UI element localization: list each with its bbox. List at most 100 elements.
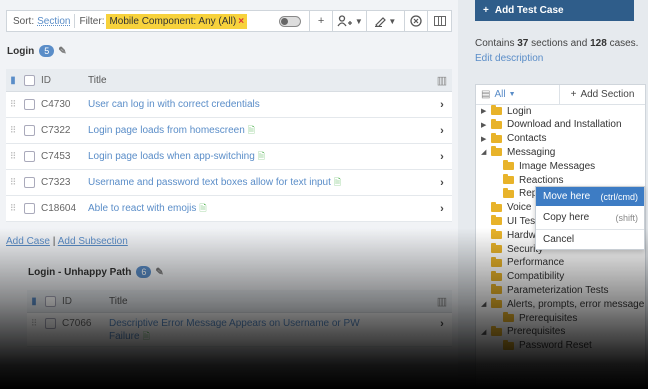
- tree-node[interactable]: Reactions: [493, 173, 563, 187]
- menu-item-cancel[interactable]: Cancel: [536, 229, 644, 248]
- tree-node[interactable]: Rep: [493, 187, 537, 201]
- drag-handle-icon[interactable]: ⠿: [6, 203, 20, 214]
- tree-node[interactable]: ▶ Download and Installation: [481, 118, 622, 132]
- filter-label: Filter:: [79, 15, 105, 27]
- drag-handle-icon[interactable]: ⠿: [6, 177, 20, 188]
- add-case-link[interactable]: Add Case: [6, 236, 50, 247]
- tree-node[interactable]: Image Messages: [493, 159, 595, 173]
- tree-node[interactable]: Parameterization Tests: [481, 283, 609, 297]
- tree-node[interactable]: Voice N: [481, 201, 541, 215]
- drag-handle-icon[interactable]: ⠿: [27, 318, 41, 329]
- table-row[interactable]: ⠿ C7323 Username and password text boxes…: [6, 170, 452, 196]
- column-header-id[interactable]: ID: [62, 296, 109, 307]
- case-title-link[interactable]: Login page loads from homescreen 🗎: [88, 123, 432, 139]
- row-checkbox[interactable]: [24, 151, 35, 162]
- tree-node[interactable]: Performance: [481, 256, 564, 270]
- test-case-table: ▮ ID Title ▥ ⠿ C7066 Descriptive Error M…: [27, 290, 452, 347]
- sort-value-link[interactable]: Section: [34, 16, 70, 27]
- edit-dropdown[interactable]: ▼: [366, 11, 404, 31]
- add-test-case-button[interactable]: + Add Test Case: [475, 0, 634, 21]
- row-checkbox[interactable]: [24, 99, 35, 110]
- tree-node[interactable]: UI Test: [481, 214, 538, 228]
- user-plus-icon: [337, 15, 352, 27]
- chevron-right-icon[interactable]: ›: [432, 151, 452, 163]
- column-header-title[interactable]: Title: [109, 296, 432, 307]
- chevron-right-icon[interactable]: ›: [432, 203, 452, 215]
- select-all-checkbox[interactable]: [24, 74, 35, 86]
- case-title-link[interactable]: Able to react with emojis 🗎: [88, 201, 432, 217]
- tree-node[interactable]: ▶ Login: [481, 104, 531, 118]
- tree-filter-icon: ▤: [481, 89, 491, 100]
- drag-handle-icon[interactable]: ⠿: [6, 151, 20, 162]
- tree-node[interactable]: ◢ Alerts, prompts, error message: [481, 297, 644, 311]
- section-marker-icon: ▮: [10, 74, 16, 86]
- menu-item-move-here[interactable]: Move here (ctrl/cmd): [536, 187, 644, 206]
- expand-arrow-icon[interactable]: ◢: [481, 328, 491, 336]
- clear-filter-button[interactable]: [403, 11, 428, 31]
- row-checkbox[interactable]: [24, 177, 35, 188]
- section-title-text: Login - Unhappy Path: [28, 267, 132, 278]
- expand-arrow-icon[interactable]: ◢: [481, 148, 491, 156]
- case-title-text: Username and password text boxes allow f…: [88, 176, 331, 188]
- column-settings-icon[interactable]: ▥: [432, 295, 452, 308]
- table-row[interactable]: ⠿ C7066 Descriptive Error Message Appear…: [27, 313, 452, 347]
- table-row[interactable]: ⠿ C4730 User can log in with correct cre…: [6, 92, 452, 118]
- menu-item-copy-here[interactable]: Copy here (shift): [536, 208, 644, 227]
- chevron-right-icon[interactable]: ›: [432, 318, 452, 330]
- tree-node[interactable]: Password Reset: [493, 339, 592, 353]
- add-section-button[interactable]: + Add Section: [560, 89, 645, 100]
- tree-node-label: Password Reset: [519, 340, 592, 352]
- section-title-text: Login: [7, 46, 35, 57]
- select-all-checkbox[interactable]: [45, 295, 56, 307]
- assign-dropdown[interactable]: ▼: [332, 11, 366, 31]
- tree-filter-dropdown[interactable]: ▤ All ▼: [476, 84, 560, 105]
- tree-node[interactable]: ◢ Messaging: [481, 145, 555, 159]
- case-title-link[interactable]: Username and password text boxes allow f…: [88, 175, 432, 191]
- table-row[interactable]: ⠿ C7322 Login page loads from homescreen…: [6, 118, 452, 144]
- table-row[interactable]: ⠿ C7453 Login page loads when app-switch…: [6, 144, 452, 170]
- case-title-link[interactable]: User can log in with correct credentials: [88, 99, 432, 110]
- chevron-right-icon[interactable]: ›: [432, 177, 452, 189]
- contains-summary: Contains 37 sections and 128 cases.: [475, 38, 638, 49]
- chevron-right-icon[interactable]: ›: [432, 99, 452, 111]
- filter-chip[interactable]: Mobile Component: Any (All) ×: [106, 13, 248, 29]
- add-button[interactable]: +: [308, 11, 333, 31]
- drag-handle-icon[interactable]: ⠿: [6, 125, 20, 136]
- tree-node[interactable]: Hardw: [481, 228, 536, 242]
- tree-node[interactable]: ▶ Contacts: [481, 132, 546, 146]
- table-row[interactable]: ⠿ C18604 Able to react with emojis 🗎 ›: [6, 196, 452, 222]
- chevron-down-icon: ▼: [508, 91, 516, 98]
- tree-filter-label: All: [494, 89, 506, 100]
- tree-node[interactable]: Compatibility: [481, 270, 564, 284]
- pencil-icon[interactable]: ✎: [155, 267, 163, 278]
- row-checkbox[interactable]: [24, 203, 35, 214]
- expand-arrow-icon[interactable]: ▶: [481, 135, 491, 143]
- folder-icon: [491, 243, 502, 253]
- case-id: C7322: [41, 125, 71, 136]
- edit-description-link[interactable]: Edit description: [475, 53, 543, 64]
- cases-count: 128: [590, 38, 607, 49]
- folder-icon: [491, 132, 502, 143]
- case-title-link[interactable]: Descriptive Error Message Appears on Use…: [109, 318, 432, 343]
- pencil-icon[interactable]: ✎: [58, 46, 66, 57]
- columns-button[interactable]: [427, 11, 451, 31]
- chevron-right-icon[interactable]: ›: [432, 125, 452, 137]
- expand-arrow-icon[interactable]: ▶: [481, 121, 491, 129]
- tree-node[interactable]: Prerequisites: [493, 311, 577, 325]
- tree-node[interactable]: ◢ Prerequisites: [481, 325, 565, 339]
- expand-arrow-icon[interactable]: ◢: [481, 300, 491, 308]
- case-title-link[interactable]: Login page loads when app-switching 🗎: [88, 149, 432, 165]
- toggle-switch[interactable]: [279, 15, 301, 27]
- column-header-id[interactable]: ID: [41, 75, 88, 86]
- row-checkbox[interactable]: [45, 318, 56, 329]
- column-settings-icon[interactable]: ▥: [432, 74, 452, 87]
- add-subsection-link[interactable]: Add Subsection: [58, 236, 128, 247]
- tree-node[interactable]: Security: [481, 242, 543, 256]
- drag-handle-icon[interactable]: ⠿: [6, 99, 20, 110]
- case-id: C7066: [62, 318, 92, 329]
- row-checkbox[interactable]: [24, 125, 35, 136]
- expand-arrow-icon[interactable]: ▶: [481, 107, 491, 115]
- column-header-title[interactable]: Title: [88, 75, 432, 86]
- chip-close-icon[interactable]: ×: [238, 16, 244, 27]
- folder-icon: [491, 270, 502, 281]
